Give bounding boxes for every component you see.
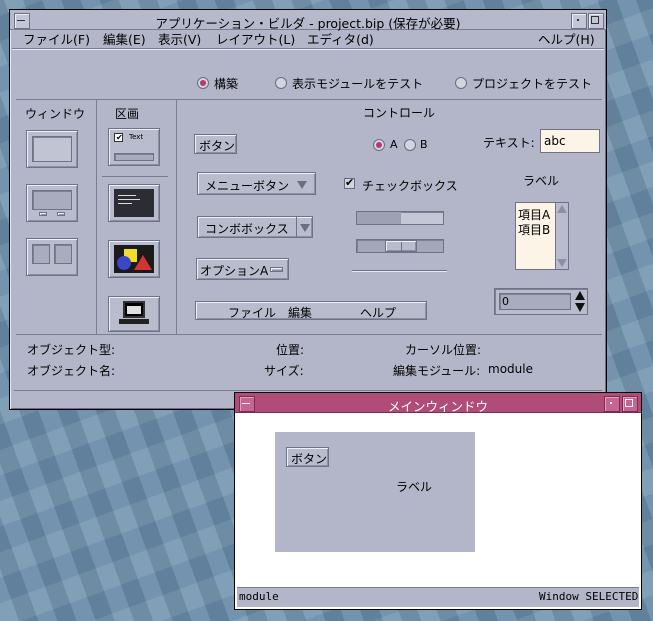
chooser-pane-icon xyxy=(32,244,50,264)
control-pane-object[interactable]: ✔ Text xyxy=(108,128,160,166)
maximize-icon xyxy=(625,399,633,407)
text-pane-icon xyxy=(114,189,154,217)
window-preview-icon xyxy=(32,136,72,162)
list-scrollbar[interactable] xyxy=(555,203,568,269)
menu-view[interactable]: 表示(V) xyxy=(158,29,201,48)
window-palette-header: ウィンドウ xyxy=(25,107,86,121)
mode-test-module-radio[interactable] xyxy=(275,77,287,89)
option-menu-object[interactable]: オプションA xyxy=(196,258,289,280)
object-type-label: オブジェクト型: xyxy=(27,343,116,357)
minimize-button[interactable] xyxy=(571,13,587,29)
menu-divider-highlight xyxy=(12,49,604,50)
canvas-palette-separator xyxy=(102,176,168,177)
control-palette-header: コントロール xyxy=(363,106,436,120)
menu-layout[interactable]: レイアウト(L) xyxy=(216,29,295,48)
radio-b-object[interactable] xyxy=(404,139,416,151)
chooser-pane-icon-2 xyxy=(54,244,72,264)
preview-title: メインウィンドウ xyxy=(387,399,488,414)
radio-a-object[interactable] xyxy=(373,139,385,151)
preview-minimize-button[interactable] xyxy=(604,396,620,412)
terminal-icon xyxy=(123,301,145,318)
text-mini-icon: Text xyxy=(129,133,144,141)
maximize-button[interactable] xyxy=(588,13,604,29)
radio-a-label: A xyxy=(390,138,398,151)
dialog-preview-icon xyxy=(32,190,72,210)
canvas-palette-header: 区画 xyxy=(115,107,140,121)
minimize-icon xyxy=(610,402,612,404)
mode-test-module-label: 表示モジュールをテスト xyxy=(292,77,424,91)
preview-label[interactable]: ラベル xyxy=(396,478,432,495)
menu-editor[interactable]: エディタ(d) xyxy=(307,29,374,48)
slider-mini-icon xyxy=(114,153,154,161)
keyboard-icon xyxy=(119,319,149,324)
text-field-label: テキスト: xyxy=(483,136,535,150)
maximize-icon xyxy=(591,16,599,24)
main-window-object[interactable] xyxy=(26,130,78,168)
chevron-down-icon xyxy=(297,181,307,189)
preview-button[interactable]: ボタン xyxy=(286,447,329,467)
gauge-fill xyxy=(357,212,401,224)
object-name-label: オブジェクト名: xyxy=(27,364,116,378)
text-pane-object[interactable] xyxy=(108,184,160,222)
mode-build-label: 構築 xyxy=(214,77,239,91)
scroll-down-icon xyxy=(557,259,567,267)
mode-build-radio[interactable] xyxy=(197,77,209,89)
palette-divider-1 xyxy=(96,100,97,334)
edit-module-label: 編集モジュール: xyxy=(393,364,481,378)
drawing-pane-object[interactable] xyxy=(108,240,160,278)
custom-dialog-object[interactable] xyxy=(26,184,78,222)
option-indicator-icon xyxy=(270,267,283,272)
spin-up-icon[interactable] xyxy=(575,291,585,300)
button-object[interactable]: ボタン xyxy=(194,134,237,154)
edit-module-value: module xyxy=(488,362,533,376)
spin-down-icon[interactable] xyxy=(575,303,585,312)
term-pane-object[interactable] xyxy=(108,296,160,332)
slider-thumb[interactable] xyxy=(385,240,417,252)
preview-title-bar[interactable]: メインウィンドウ xyxy=(235,393,641,414)
spin-box-object[interactable]: 0 xyxy=(494,288,588,315)
menu-edit[interactable]: 編集(E) xyxy=(103,29,146,48)
menu-help[interactable]: ヘルプ(H) xyxy=(538,29,595,48)
dialog-btn-icon-2 xyxy=(57,212,65,216)
menubar-object[interactable]: ファイル 編集 ヘルプ xyxy=(195,301,427,320)
drawing-pane-icon xyxy=(114,245,154,273)
minimize-icon xyxy=(577,19,579,21)
menu-file[interactable]: ファイル(F) xyxy=(23,29,90,48)
label-object[interactable]: ラベル xyxy=(523,172,559,189)
text-field-object[interactable]: abc xyxy=(540,129,600,153)
list-item[interactable]: 項目B xyxy=(518,221,550,238)
dialog-btn-icon xyxy=(39,212,47,216)
footer-selection-status: Window SELECTED xyxy=(539,590,639,603)
preview-footer: module Window SELECTED xyxy=(237,587,639,607)
scroll-up-icon xyxy=(557,205,567,213)
combo-box-object[interactable]: コンボボックス xyxy=(197,216,313,238)
gauge-object[interactable] xyxy=(356,211,444,225)
checkbox-mini-icon: ✔ xyxy=(114,133,123,142)
radio-b-label: B xyxy=(420,138,428,151)
checkbox-object[interactable]: ✔ xyxy=(344,176,355,189)
footer-module: module xyxy=(239,590,279,603)
size-label: サイズ: xyxy=(264,364,304,378)
list-object[interactable]: 項目A 項目B xyxy=(515,202,569,270)
mode-test-project-label: プロジェクトをテスト xyxy=(472,77,593,91)
chevron-down-icon xyxy=(300,224,310,232)
status-divider xyxy=(14,390,602,391)
preview-maximize-button[interactable] xyxy=(622,396,638,412)
checkbox-label: チェックボックス xyxy=(362,179,458,193)
check-icon: ✔ xyxy=(345,176,355,189)
slider-object[interactable] xyxy=(356,239,444,253)
position-label: 位置: xyxy=(276,343,305,357)
mode-test-project-radio[interactable] xyxy=(455,77,467,89)
palette-divider-2 xyxy=(176,100,177,334)
title-bar[interactable]: アプリケーション・ビルダ - project.bip (保存が必要) xyxy=(10,10,606,31)
file-chooser-object[interactable] xyxy=(26,238,78,276)
menu-button-object[interactable]: メニューボタン xyxy=(197,172,316,195)
cursor-position-label: カーソル位置: xyxy=(405,343,482,357)
